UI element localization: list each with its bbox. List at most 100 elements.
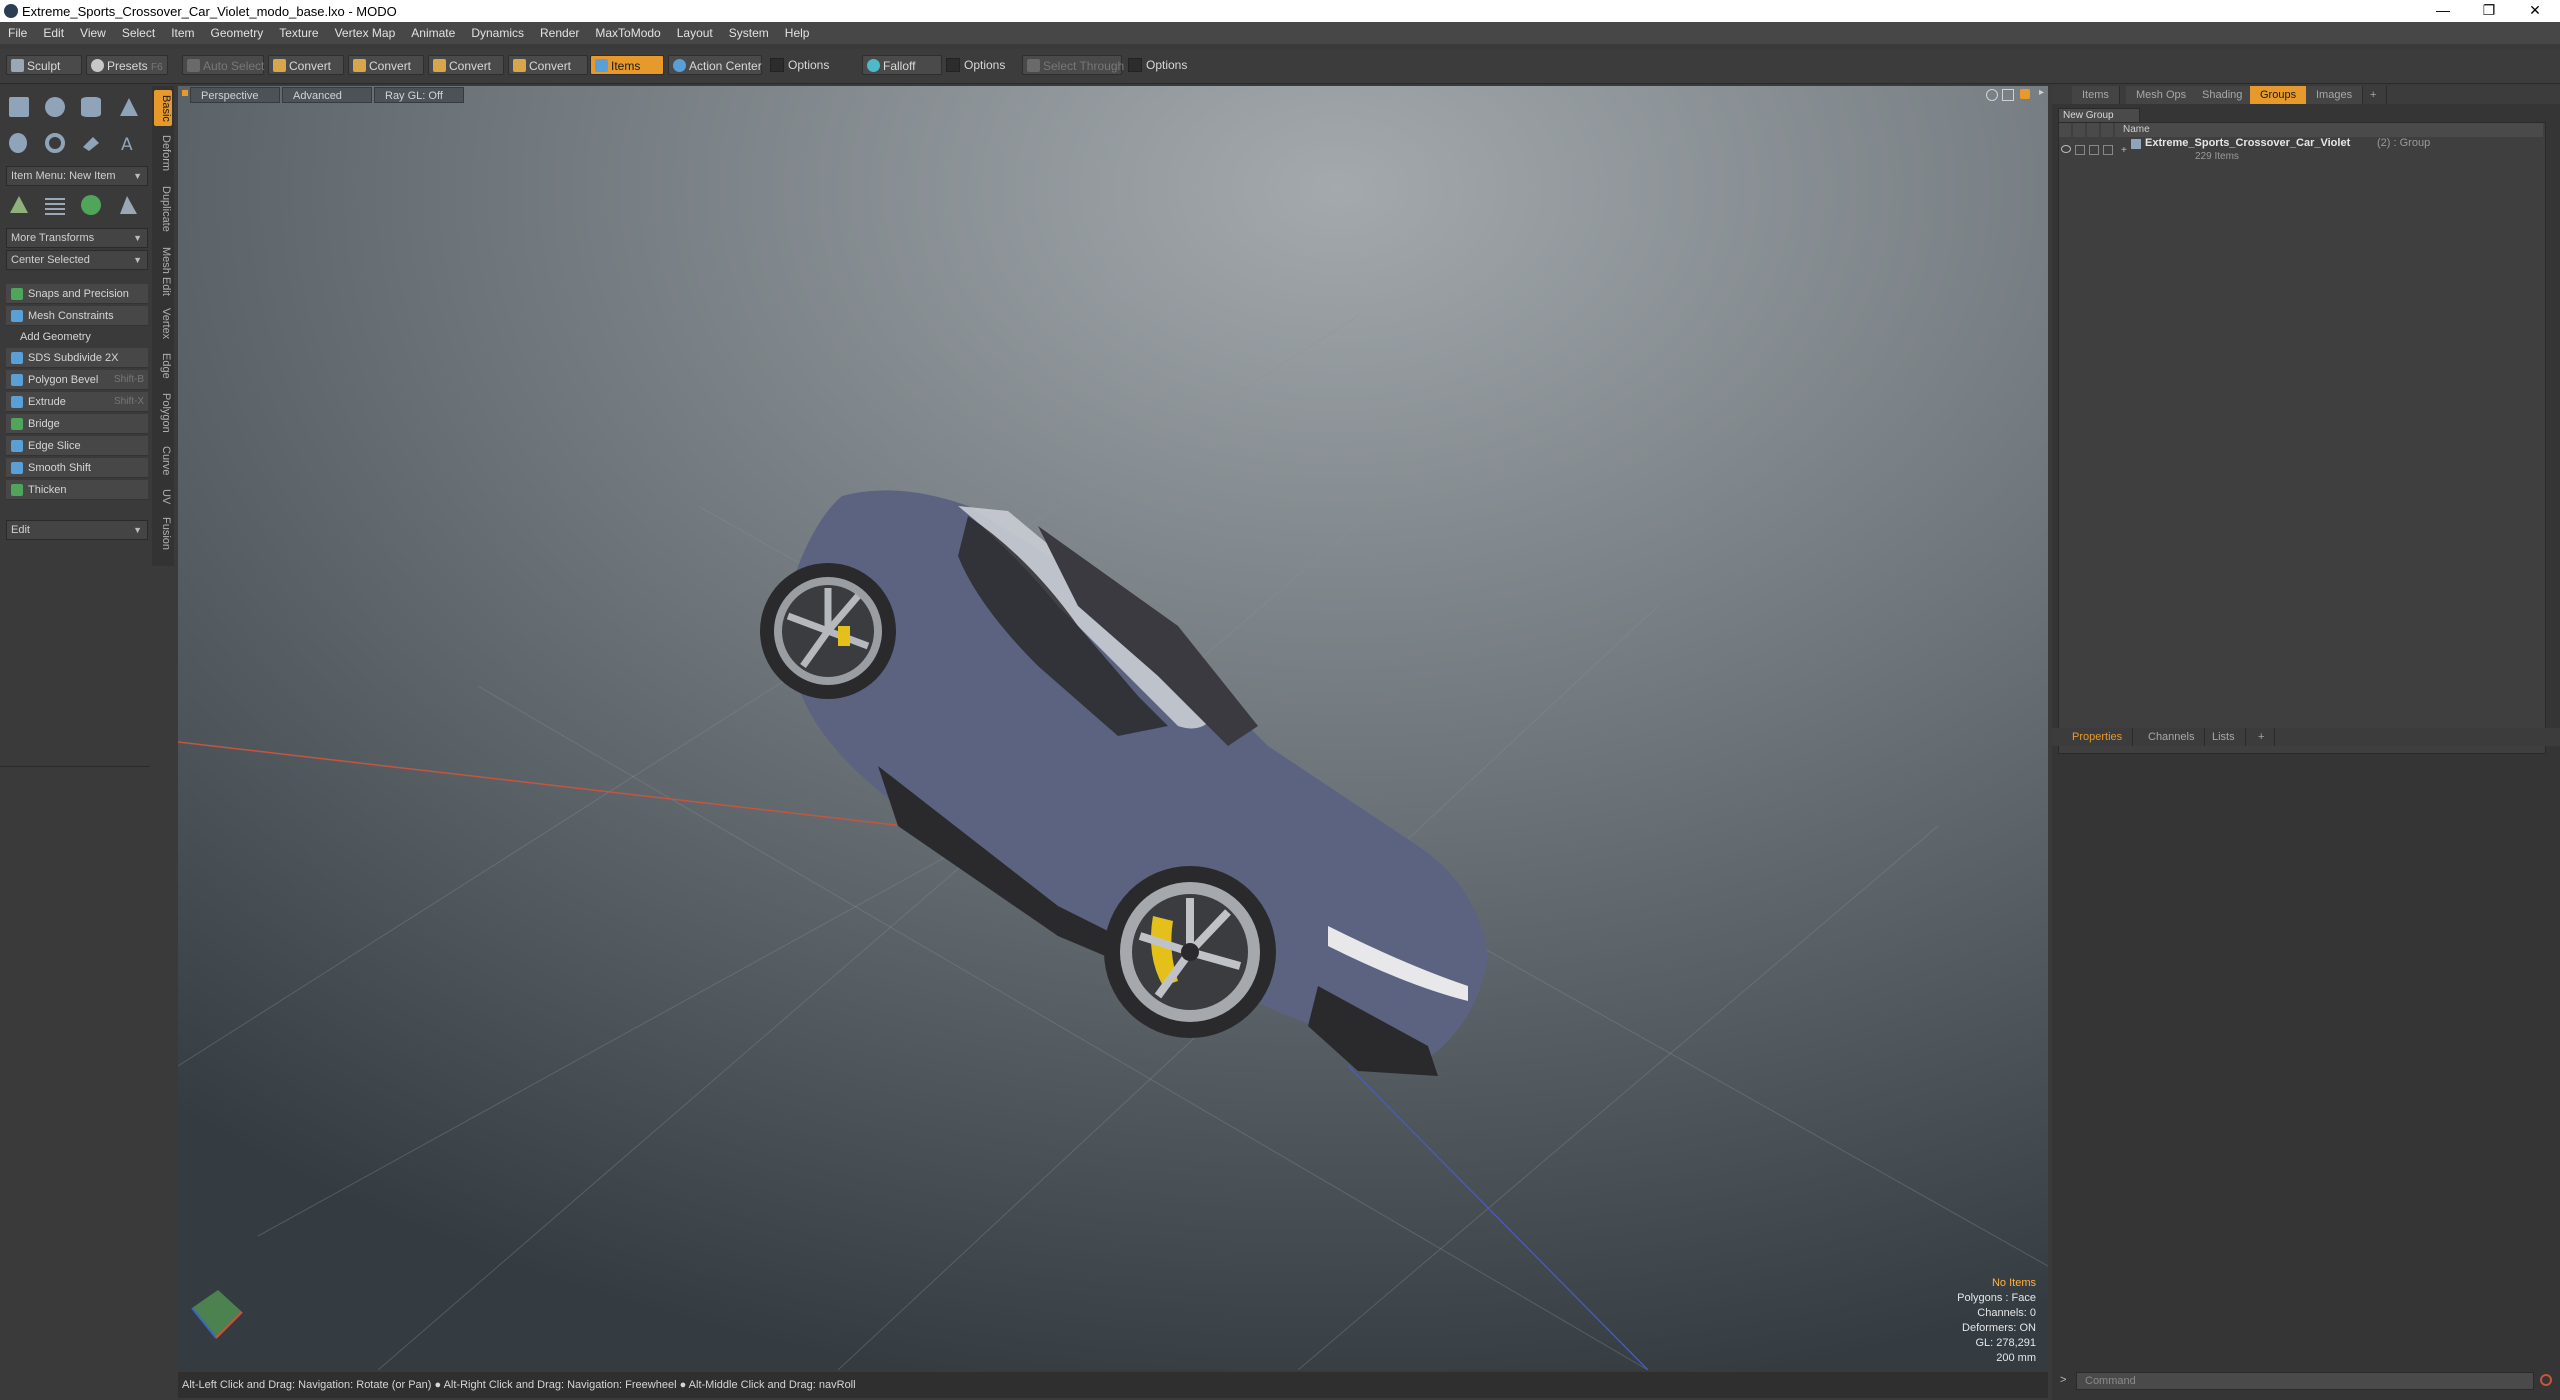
tab-advanced[interactable]: Advanced [282,87,372,103]
zoom-icon[interactable] [2002,89,2014,101]
add-geometry-header[interactable]: Add Geometry [6,328,148,346]
viewport-menu-icon[interactable] [182,90,188,96]
tab-ray-gl[interactable]: Ray GL: Off [374,87,464,103]
eye-icon[interactable] [2061,145,2071,153]
tab-fusion[interactable]: Fusion [154,514,172,554]
tab-groups[interactable]: Groups [2250,86,2308,104]
cube-icon[interactable] [4,92,34,122]
menu-geometry[interactable]: Geometry [203,22,272,44]
add-tab-button[interactable]: + [2360,86,2388,104]
tab-items[interactable]: Items [2072,86,2120,104]
minimize-button[interactable]: — [2420,0,2466,22]
edit-dropdown[interactable]: Edit ▼ [6,520,148,540]
menu-vertex-map[interactable]: Vertex Map [327,22,404,44]
sphere-icon[interactable] [40,92,70,122]
tab-deform[interactable]: Deform [154,130,172,176]
tab-vertex[interactable]: Vertex [154,304,172,344]
settings-gear-icon[interactable] [2020,89,2030,99]
tab-shading[interactable]: Shading [2192,86,2254,104]
center-selected-dropdown[interactable]: Center Selected ▼ [6,250,148,270]
more-transforms-dropdown[interactable]: More Transforms ▼ [6,228,148,248]
add-tab-button[interactable]: + [2248,728,2276,746]
auto-select-button[interactable]: Auto Select [182,55,264,75]
items-mode-button[interactable]: Items [590,55,664,75]
tab-curve[interactable]: Curve [154,442,172,480]
lock-col-icon[interactable] [2087,123,2099,137]
thicken-button[interactable]: Thicken [6,480,148,500]
menu-item[interactable]: Item [163,22,202,44]
options-toggle-1[interactable]: Options [766,55,856,75]
tab-images[interactable]: Images [2306,86,2364,104]
menu-dynamics[interactable]: Dynamics [463,22,532,44]
convert-button-3[interactable]: Convert [428,55,504,75]
options-toggle-2[interactable]: Options [942,55,1018,75]
smooth-shift-button[interactable]: Smooth Shift [6,458,148,478]
select-col-icon[interactable] [2101,123,2113,137]
tab-mesh-ops[interactable]: Mesh Ops [2126,86,2198,104]
mesh-constraints-button[interactable]: Mesh Constraints [6,306,148,326]
tab-lists[interactable]: Lists [2202,728,2246,746]
menu-layout[interactable]: Layout [669,22,721,44]
item-menu-dropdown[interactable]: Item Menu: New Item ▼ [6,166,148,186]
extrude-button[interactable]: Extrude Shift-X [6,392,148,412]
bridge-button[interactable]: Bridge [6,414,148,434]
convert-button-4[interactable]: Convert [508,55,588,75]
menu-animate[interactable]: Animate [403,22,463,44]
grid-icon[interactable] [40,190,70,220]
torus-icon[interactable] [40,128,70,158]
select-toggle-icon[interactable] [2103,145,2113,155]
expand-arrow-icon[interactable]: ▸ [2039,87,2044,98]
render-toggle-icon[interactable] [2075,145,2085,155]
move-icon[interactable] [4,190,34,220]
restore-button[interactable]: ❐ [2466,0,2512,22]
plane-icon[interactable] [76,128,106,158]
orbit-icon[interactable] [1986,89,1998,101]
lock-toggle-icon[interactable] [2089,145,2099,155]
command-input[interactable]: Command [2076,1372,2534,1390]
menu-help[interactable]: Help [777,22,818,44]
record-icon[interactable] [2540,1374,2552,1386]
menu-select[interactable]: Select [114,22,163,44]
menu-texture[interactable]: Texture [271,22,326,44]
select-through-button[interactable]: Select Through [1022,55,1124,75]
render-col-icon[interactable] [2073,123,2085,137]
edge-slice-button[interactable]: Edge Slice [6,436,148,456]
list-item[interactable]: + Extreme_Sports_Crossover_Car_Violet (2… [2059,137,2543,167]
tab-polygon[interactable]: Polygon [154,388,172,438]
tab-duplicate[interactable]: Duplicate [154,180,172,238]
sculpt-button[interactable]: Sculpt [6,55,82,75]
menu-render[interactable]: Render [532,22,587,44]
menu-edit[interactable]: Edit [35,22,72,44]
menu-system[interactable]: System [721,22,777,44]
snaps-and-precision-button[interactable]: Snaps and Precision [6,284,148,304]
capsule-icon[interactable] [4,128,34,158]
3d-viewport[interactable]: Perspective Advanced Ray GL: Off ▸ No It… [178,86,2048,1370]
cone-icon[interactable] [114,92,144,122]
cylinder-icon[interactable] [76,92,106,122]
menu-view[interactable]: View [72,22,114,44]
menu-maxtomodo[interactable]: MaxToModo [587,22,668,44]
close-button[interactable]: ✕ [2512,0,2558,22]
convert-button-1[interactable]: Convert [268,55,344,75]
tab-channels[interactable]: Channels [2138,728,2206,746]
text-icon[interactable]: A [114,128,144,158]
tab-properties[interactable]: Properties [2062,728,2134,746]
tab-perspective[interactable]: Perspective [190,87,280,103]
expand-plus-icon[interactable]: + [2121,145,2127,156]
polygon-bevel-button[interactable]: Polygon Bevel Shift-B [6,370,148,390]
sds-subdivide-button[interactable]: SDS Subdivide 2X [6,348,148,368]
visibility-col-icon[interactable] [2059,123,2071,137]
name-column-header[interactable]: Name [2115,123,2543,137]
falloff-button[interactable]: Falloff [862,55,942,75]
action-center-button[interactable]: Action Center [668,55,762,75]
convert-button-2[interactable]: Convert [348,55,424,75]
menu-file[interactable]: File [0,22,35,44]
tab-edge[interactable]: Edge [154,348,172,384]
options-toggle-3[interactable]: Options [1124,55,1200,75]
tab-uv[interactable]: UV [154,484,172,510]
tab-mesh-edit[interactable]: Mesh Edit [154,242,172,300]
presets-button[interactable]: Presets F6 [86,55,168,75]
globe-icon[interactable] [76,190,106,220]
tab-basic[interactable]: Basic [154,90,172,126]
pyramid-icon[interactable] [114,190,144,220]
